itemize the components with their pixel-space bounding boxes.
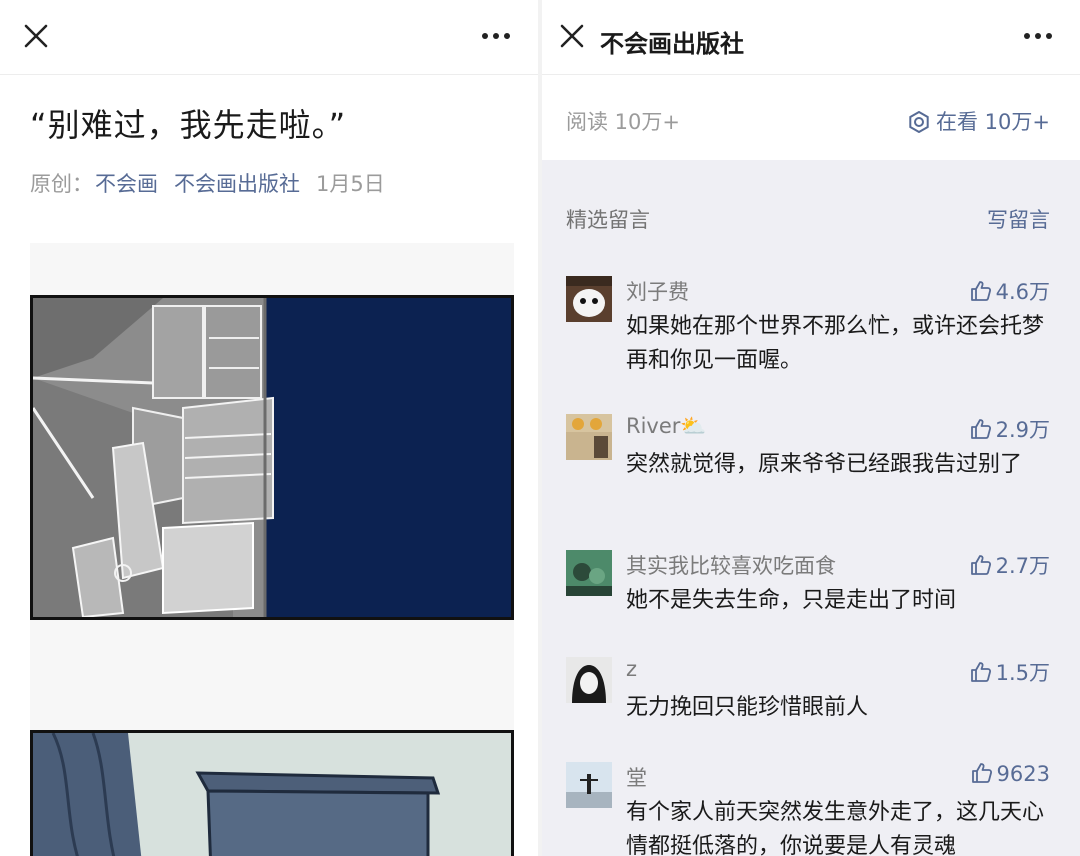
comment-author[interactable]: z <box>626 657 637 681</box>
like-button[interactable]: 1.5万 <box>970 657 1050 687</box>
comments-topbar-overlay: 不会画出版社 <box>542 0 1080 75</box>
thumbs-up-icon <box>971 763 992 783</box>
like-count: 2.9万 <box>995 418 1050 442</box>
more-icon-dot <box>1046 33 1052 39</box>
close-icon <box>24 24 48 48</box>
comment-item: 刘子费 4.6万 如果她在那个世界不那么忙，或许还会托梦再和你见一面喔。 <box>566 276 1050 376</box>
stats-row: 阅读 10万+ 在看 10万+ <box>542 74 1080 160</box>
like-button[interactable]: 9623 <box>971 762 1050 786</box>
like-button[interactable]: 4.6万 <box>970 276 1050 306</box>
author-link[interactable]: 不会画 <box>95 172 158 196</box>
thumbs-up-icon <box>970 662 991 682</box>
like-count: 9623 <box>996 762 1050 786</box>
comment-item: z 1.5万 无力挽回只能珍惜眼前人 <box>566 657 1050 727</box>
more-icon <box>482 33 488 39</box>
comment-item: 堂 9623 有个家人前天突然发生意外走了，这几天心情都挺低落的，你说要是人有灵… <box>566 762 1050 856</box>
more-button[interactable] <box>482 33 512 41</box>
account-title: 不会画出版社 <box>600 30 744 58</box>
avatar[interactable] <box>566 550 612 596</box>
avatar[interactable] <box>566 414 612 460</box>
featured-comments-title: 精选留言 <box>566 208 650 232</box>
comment-author[interactable]: 刘子费 <box>626 276 689 306</box>
comic-panel-2 <box>30 730 514 856</box>
more-icon-dot <box>504 33 510 39</box>
comment-author[interactable]: 其实我比较喜欢吃面食 <box>626 550 836 580</box>
article-topbar <box>0 0 538 75</box>
like-button[interactable]: 2.9万 <box>970 414 1050 444</box>
comment-author[interactable]: River⛅ <box>626 414 707 439</box>
comment-text: 她不是失去生命，只是走出了时间 <box>626 588 957 613</box>
close-icon <box>560 24 584 48</box>
like-button[interactable]: 2.7万 <box>970 550 1050 580</box>
comment-item: 其实我比较喜欢吃面食 2.7万 她不是失去生命，只是走出了时间 <box>566 550 1050 620</box>
account-link[interactable]: 不会画出版社 <box>174 172 300 196</box>
publish-date: 1月5日 <box>316 172 385 196</box>
watching-button[interactable]: 在看 10万+ <box>908 106 1050 136</box>
comment-item: River⛅ 2.9万 突然就觉得，原来爷爷已经跟我告过别了 <box>566 414 1050 514</box>
avatar[interactable] <box>566 276 612 322</box>
write-comment-button[interactable]: 写留言 <box>987 204 1050 234</box>
more-icon <box>1024 33 1030 39</box>
read-count: 阅读 10万+ <box>566 110 680 134</box>
comment-text: 突然就觉得，原来爷爷已经跟我告过别了 <box>626 452 1023 477</box>
comic-panel-1 <box>30 295 514 620</box>
article-panel: “别难过，我先走啦。” 原创：不会画 不会画出版社 1月5日 <box>0 0 538 856</box>
close-button[interactable] <box>558 22 586 50</box>
thumbs-up-icon <box>970 419 991 439</box>
thumbs-up-icon <box>970 555 991 575</box>
like-count: 4.6万 <box>995 280 1050 304</box>
original-label: 原创： <box>30 172 93 196</box>
article-meta: 原创：不会画 不会画出版社 1月5日 <box>30 168 385 198</box>
like-count: 2.7万 <box>995 554 1050 578</box>
comment-text: 有个家人前天突然发生意外走了，这几天心情都挺低落的，你说要是人有灵魂 <box>626 800 1045 856</box>
avatar[interactable] <box>566 762 612 808</box>
watching-icon <box>909 110 929 134</box>
comment-author[interactable]: 堂 <box>626 762 647 792</box>
watching-count: 在看 10万+ <box>936 110 1050 134</box>
more-icon-dot <box>1035 33 1041 39</box>
comment-text: 无力挽回只能珍惜眼前人 <box>626 695 869 720</box>
article-title: “别难过，我先走啦。” <box>30 106 347 144</box>
more-icon-dot <box>493 33 499 39</box>
comic-illustration-room <box>33 733 511 856</box>
comic-illustration-buildings <box>33 298 511 617</box>
comments-content: 阅读 10万+ 在看 10万+ 精选留言 写留言 刘子费 4.6万 如果她在那个… <box>542 0 1080 856</box>
comments-section: 精选留言 写留言 刘子费 4.6万 如果她在那个世界不那么忙，或许还会托梦再和你… <box>542 160 1080 856</box>
more-button[interactable] <box>1024 33 1054 41</box>
close-button[interactable] <box>22 22 50 50</box>
thumbs-up-icon <box>970 281 991 301</box>
like-count: 1.5万 <box>995 661 1050 685</box>
comment-text: 如果她在那个世界不那么忙，或许还会托梦再和你见一面喔。 <box>626 314 1045 373</box>
avatar[interactable] <box>566 657 612 703</box>
